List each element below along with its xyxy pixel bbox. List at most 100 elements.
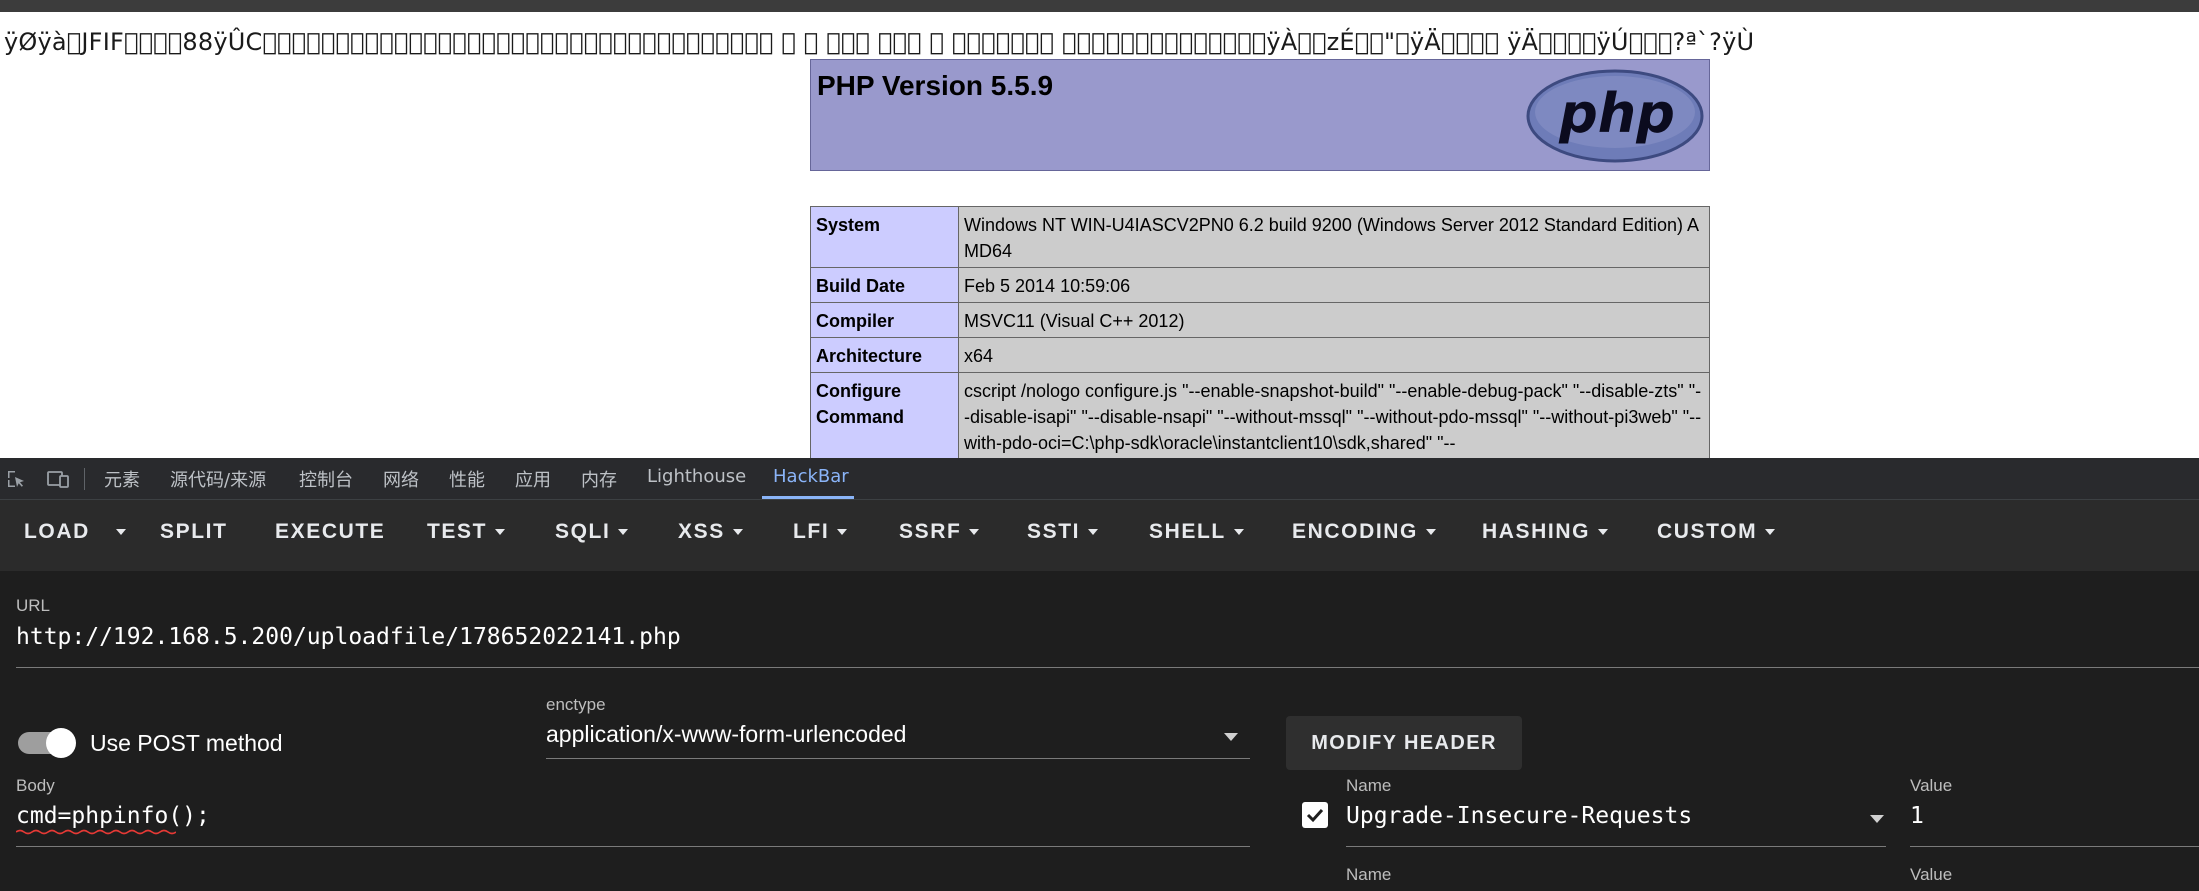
load-button[interactable]: LOAD — [24, 520, 90, 544]
load-label: LOAD — [24, 520, 90, 543]
info-value: MSVC11 (Visual C++ 2012) — [958, 302, 1710, 338]
body-underline — [16, 846, 1250, 847]
chevron-down-icon[interactable] — [1224, 733, 1238, 741]
load-menu-caret[interactable] — [108, 520, 126, 544]
devtools-tabstrip: 元素 源代码/来源 控制台 网络 性能 应用 内存 Lighthouse Hac… — [0, 458, 2199, 500]
enctype-label: enctype — [546, 695, 606, 714]
chevron-down-icon — [618, 529, 629, 536]
modify-header-button[interactable]: MODIFY HEADER — [1286, 716, 1522, 770]
info-key: Architecture — [810, 337, 959, 373]
php-info-table: System Windows NT WIN-U4IASCV2PN0 6.2 bui… — [810, 206, 1710, 458]
chevron-down-icon — [969, 529, 980, 536]
ssti-label: SSTI — [1027, 520, 1081, 543]
chevron-down-icon — [116, 529, 126, 536]
tab-performance[interactable]: 性能 — [449, 466, 485, 492]
chevron-down-icon — [837, 529, 848, 536]
info-value: Windows NT WIN-U4IASCV2PN0 6.2 build 920… — [958, 206, 1710, 268]
info-key: Configure Command — [810, 372, 959, 458]
body-input[interactable]: cmd=phpinfo(); — [16, 803, 210, 829]
header-name-label: Name — [1346, 776, 1392, 795]
enctype-underline — [546, 758, 1250, 759]
ssti-menu-button[interactable]: SSTI — [1027, 520, 1099, 544]
chevron-down-icon — [495, 529, 506, 536]
tab-elements[interactable]: 元素 — [104, 466, 140, 492]
devtools-panel: 元素 源代码/来源 控制台 网络 性能 应用 内存 Lighthouse Hac… — [0, 458, 2199, 891]
php-logo-text: php — [1558, 82, 1675, 145]
tab-lighthouse[interactable]: Lighthouse — [647, 466, 746, 487]
hashing-label: HASHING — [1482, 520, 1591, 543]
info-value: Feb 5 2014 10:59:06 — [958, 267, 1710, 303]
enctype-select[interactable]: application/x-www-form-urlencoded — [546, 721, 906, 748]
sqli-menu-button[interactable]: SQLI — [555, 520, 629, 544]
header-name-underline — [1346, 846, 1886, 847]
info-value: cscript /nologo configure.js "--enable-s… — [958, 372, 1710, 458]
page-title: PHP Version 5.5.9 — [817, 70, 1054, 101]
chevron-down-icon — [1233, 529, 1244, 536]
chevron-down-icon[interactable] — [1870, 815, 1884, 823]
lfi-label: LFI — [793, 520, 830, 543]
table-row: System Windows NT WIN-U4IASCV2PN0 6.2 bui… — [810, 206, 1710, 268]
checkmark-icon — [1306, 808, 1324, 823]
chevron-down-icon — [1598, 529, 1609, 536]
url-input[interactable]: http://192.168.5.200/uploadfile/17865202… — [16, 624, 681, 650]
chevron-down-icon — [1088, 529, 1099, 536]
shell-menu-button[interactable]: SHELL — [1149, 520, 1244, 544]
raw-jpeg-output: ÿØÿà JFIF  88ÿÛC … — [4, 28, 1755, 56]
hackbar-toolbar: LOAD SPLIT EXECUTE TEST SQLI XSS LFI SSR… — [0, 500, 2199, 571]
tab-hackbar[interactable]: HackBar — [773, 466, 849, 487]
page-viewport: ÿØÿà JFIF  88ÿÛC … — [0, 12, 2199, 458]
header-value-underline — [1910, 846, 2199, 847]
php-header-box: PHP Version 5.5.9 php — [810, 59, 1710, 171]
hackbar-form: URL http://192.168.5.200/uploadfile/1786… — [0, 571, 2199, 891]
custom-label: CUSTOM — [1657, 520, 1758, 543]
url-underline — [16, 667, 2199, 668]
browser-top-strip — [0, 0, 2199, 12]
device-toolbar-icon[interactable] — [46, 469, 70, 489]
table-row: Architecture x64 — [810, 337, 1710, 373]
chevron-down-icon — [1765, 529, 1776, 536]
inspect-element-icon[interactable] — [6, 469, 26, 489]
xss-menu-button[interactable]: XSS — [678, 520, 743, 544]
test-menu-button[interactable]: TEST — [427, 520, 506, 544]
post-toggle-knob[interactable] — [46, 728, 76, 758]
test-label: TEST — [427, 520, 488, 543]
tab-application[interactable]: 应用 — [515, 466, 551, 492]
ssrf-menu-button[interactable]: SSRF — [899, 520, 980, 544]
encoding-menu-button[interactable]: ENCODING — [1292, 520, 1436, 544]
chevron-down-icon — [1425, 529, 1436, 536]
table-row: Configure Command cscript /nologo configu… — [810, 372, 1710, 458]
info-value: x64 — [958, 337, 1710, 373]
info-key: System — [810, 206, 959, 268]
tabstrip-divider — [84, 468, 85, 490]
header2-value-label: Value — [1910, 865, 1953, 884]
sqli-label: SQLI — [555, 520, 611, 543]
url-label: URL — [16, 596, 51, 615]
header-value-input[interactable]: 1 — [1910, 803, 1924, 829]
body-label: Body — [16, 776, 55, 795]
encoding-label: ENCODING — [1292, 520, 1418, 543]
ssrf-label: SSRF — [899, 520, 962, 543]
tab-sources[interactable]: 源代码/来源 — [170, 466, 266, 492]
active-tab-indicator — [762, 496, 854, 499]
custom-menu-button[interactable]: CUSTOM — [1657, 520, 1776, 544]
tab-network[interactable]: 网络 — [383, 466, 419, 492]
table-row: Compiler MSVC11 (Visual C++ 2012) — [810, 302, 1710, 338]
php-logo: php — [1526, 69, 1704, 163]
hashing-menu-button[interactable]: HASHING — [1482, 520, 1609, 544]
shell-label: SHELL — [1149, 520, 1226, 543]
info-key: Compiler — [810, 302, 959, 338]
spellcheck-underline — [16, 829, 176, 835]
tab-console[interactable]: 控制台 — [299, 466, 353, 492]
split-button[interactable]: SPLIT — [160, 520, 228, 544]
header-value-label: Value — [1910, 776, 1953, 795]
chevron-down-icon — [732, 529, 743, 536]
execute-button[interactable]: EXECUTE — [275, 520, 385, 544]
lfi-menu-button[interactable]: LFI — [793, 520, 848, 544]
info-key: Build Date — [810, 267, 959, 303]
table-row: Build Date Feb 5 2014 10:59:06 — [810, 267, 1710, 303]
header-enable-checkbox[interactable] — [1302, 802, 1328, 828]
xss-label: XSS — [678, 520, 725, 543]
tab-memory[interactable]: 内存 — [581, 466, 617, 492]
header-name-input[interactable]: Upgrade-Insecure-Requests — [1346, 803, 1692, 829]
header2-name-label: Name — [1346, 865, 1392, 884]
